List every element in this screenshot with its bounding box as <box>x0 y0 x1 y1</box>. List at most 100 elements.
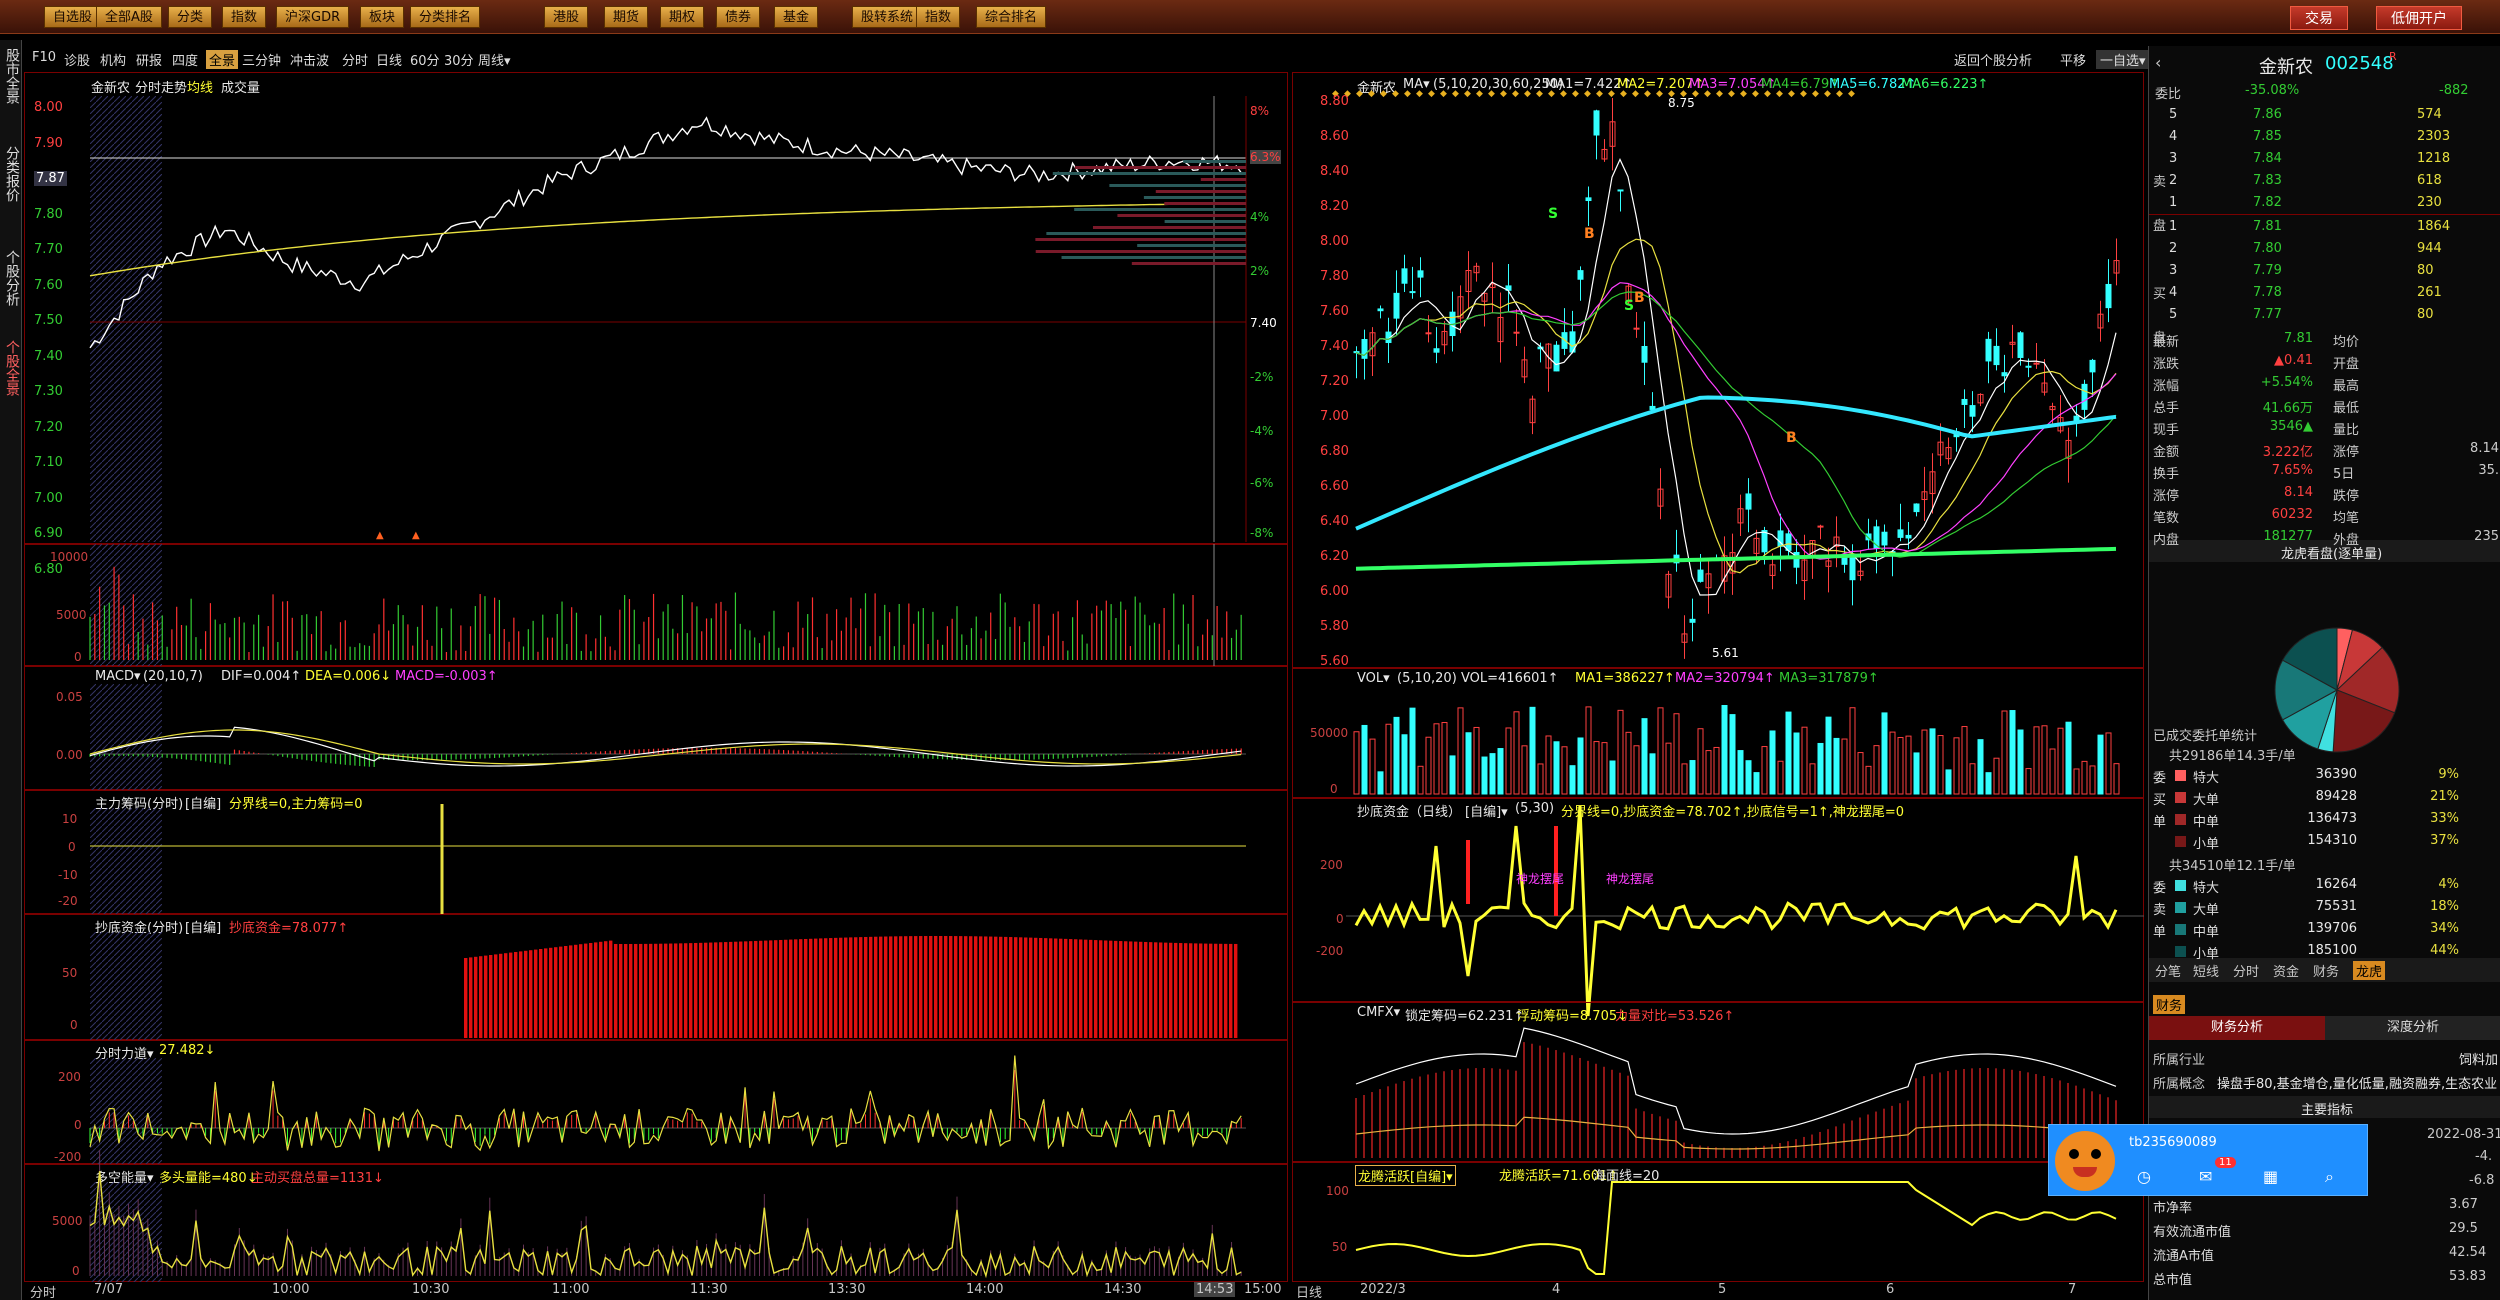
intraday-footer[interactable]: 分时 <box>30 1282 56 1300</box>
back-chevron-icon[interactable]: ‹ <box>2155 53 2161 72</box>
fund-bar <box>799 939 803 1038</box>
subbar-item-7[interactable]: 冲击波 <box>290 50 329 69</box>
period-4[interactable]: 周线▾ <box>478 50 511 69</box>
subbar-item-3[interactable]: 研报 <box>136 50 162 69</box>
dvol-bar <box>1489 753 1496 795</box>
subbar-item-5[interactable]: 全景 <box>206 50 239 69</box>
deep-analysis-button[interactable]: 深度分析 <box>2325 1016 2500 1040</box>
trade-button[interactable]: 交易 <box>2290 6 2348 30</box>
toolbar-btn-4[interactable]: 沪深GDR <box>276 6 350 28</box>
fund-bar <box>879 936 883 1038</box>
fund-bar <box>679 943 683 1038</box>
fund-bar <box>1179 943 1183 1038</box>
quote-tab-5[interactable]: 龙虎 <box>2353 961 2386 980</box>
calendar-icon[interactable]: ▦ <box>2263 1167 2278 1186</box>
signal-dot: ◆ <box>1416 89 1423 99</box>
pct-label-5: -2% <box>1250 370 1274 384</box>
finance-tab[interactable]: 财务 <box>2153 995 2186 1014</box>
toolbar-btn-14[interactable]: 综合排名 <box>976 6 1047 28</box>
stat-label-2: 量比 <box>2333 423 2360 438</box>
toolbar-btn-12[interactable]: 股转系统 <box>852 6 923 28</box>
signal-dot: ◆ <box>1608 89 1615 99</box>
fund-bar <box>794 939 798 1038</box>
sell-comm-swatch <box>2175 902 2186 913</box>
ask-row-2[interactable]: 3 7.84 1218 <box>2149 148 2500 170</box>
toolbar-btn-0[interactable]: 自选股 <box>44 6 102 28</box>
toolbar-btn-7[interactable]: 港股 <box>544 6 589 28</box>
toolbar-btn-2[interactable]: 分类 <box>168 6 213 28</box>
wei-value: -35.08% <box>2245 83 2300 98</box>
avatar[interactable] <box>2055 1131 2115 1191</box>
dvol-bar <box>1881 712 1888 795</box>
toolbar-btn-3[interactable]: 指数 <box>222 6 267 28</box>
time-label-6: 14:00 <box>966 1282 1004 1297</box>
bid-row-0[interactable]: 1 7.81 1864 <box>2149 216 2500 238</box>
quote-tab-4[interactable]: 财务 <box>2313 961 2339 980</box>
stat-label-2: 5日 <box>2333 467 2355 482</box>
subbar-item-2[interactable]: 机构 <box>100 50 126 69</box>
search-icon[interactable]: ⌕ <box>2325 1167 2334 1187</box>
period-1[interactable]: 日线 <box>376 50 402 69</box>
fund-bar <box>929 936 933 1038</box>
bid-row-2[interactable]: 3 7.79 80 <box>2149 260 2500 282</box>
period-2[interactable]: 60分 <box>410 50 440 69</box>
chat-popup[interactable]: tb235690089 ◷ ✉ 11 ▦ ⌕ <box>2048 1124 2368 1196</box>
toolbar-btn-9[interactable]: 期权 <box>660 6 705 28</box>
period-0[interactable]: 分时 <box>342 50 368 69</box>
bid-row-4[interactable]: 5 7.77 80 <box>2149 304 2500 326</box>
daily-footer[interactable]: 日线 <box>1296 1282 1322 1300</box>
mail-icon[interactable]: ✉ <box>2199 1167 2212 1186</box>
group-select[interactable]: 一自选▾ <box>2096 50 2150 69</box>
sidetab-3[interactable]: 个股全景 <box>2 340 20 396</box>
fund-bar <box>489 955 493 1038</box>
finance-analysis-button[interactable]: 财务分析 <box>2149 1016 2325 1040</box>
toolbar-btn-5[interactable]: 板块 <box>360 6 405 28</box>
quote-tab-0[interactable]: 分笔 <box>2155 961 2181 980</box>
subbar-item-1[interactable]: 诊股 <box>64 50 90 69</box>
quote-tab-1[interactable]: 短线 <box>2193 961 2219 980</box>
toolbar-btn-11[interactable]: 基金 <box>774 6 819 28</box>
ask-row-0[interactable]: 5 7.86 574 <box>2149 104 2500 126</box>
ask-row-1[interactable]: 4 7.85 2303 <box>2149 126 2500 148</box>
toolbar-btn-6[interactable]: 分类排名 <box>410 6 481 28</box>
subbar-item-6[interactable]: 三分钟 <box>242 50 281 69</box>
dvol-bar <box>1977 739 1984 795</box>
ask-row-4[interactable]: 1 7.82 230 <box>2149 192 2500 214</box>
signal-letter: B <box>1584 226 1595 242</box>
fund-bar <box>559 946 563 1038</box>
clock-icon[interactable]: ◷ <box>2137 1167 2151 1186</box>
ask-row-3[interactable]: 2 7.83 618 <box>2149 170 2500 192</box>
open-account-button[interactable]: 低佣开户 <box>2376 6 2462 30</box>
toolbar-btn-13[interactable]: 指数 <box>916 6 961 28</box>
subbar-item-4[interactable]: 四度 <box>172 50 198 69</box>
dvol-bar <box>1537 763 1544 795</box>
quote-tab-3[interactable]: 资金 <box>2273 961 2299 980</box>
sidetab-1[interactable]: 分类报价 <box>2 146 20 202</box>
pan-button[interactable]: 平移 <box>2060 50 2086 69</box>
subbar-item-0[interactable]: F10 <box>32 50 56 65</box>
bid-volume: 261 <box>2417 285 2442 300</box>
ask-volume: 230 <box>2417 195 2442 210</box>
fund-bar <box>904 936 908 1038</box>
toolbar-btn-1[interactable]: 全部A股 <box>96 6 162 28</box>
sub-toolbar: F10 诊股 机构 研报 四度 全景 三分钟 冲击波 分时 日线 60分 30分… <box>24 46 2150 72</box>
quote-tab-2[interactable]: 分时 <box>2233 961 2259 980</box>
daily-price-label-2: 8.40 <box>1320 164 1349 179</box>
bid-row-1[interactable]: 2 7.80 944 <box>2149 238 2500 260</box>
bid-volume: 80 <box>2417 307 2434 322</box>
stat-row-0: 最新 7.81 均价 <box>2149 328 2500 350</box>
kline-body <box>1513 331 1520 334</box>
toolbar-btn-10[interactable]: 债券 <box>716 6 761 28</box>
sell-comm-pct: 34% <box>2430 921 2459 936</box>
dvol-bar <box>1809 763 1816 795</box>
signal-dot: ◆ <box>1740 89 1747 99</box>
bid-row-3[interactable]: 4 7.78 261 <box>2149 282 2500 304</box>
fund-bar <box>1079 939 1083 1038</box>
sidetab-2[interactable]: 个股分析 <box>2 250 20 306</box>
toolbar-btn-8[interactable]: 期货 <box>604 6 649 28</box>
sidetab-0[interactable]: 股市全景 <box>2 48 20 104</box>
period-3[interactable]: 30分 <box>444 50 474 69</box>
fund-bar <box>589 943 593 1038</box>
buy-comm-side: 单 <box>2153 815 2167 830</box>
back-to-analysis[interactable]: 返回个股分析 <box>1954 50 2032 69</box>
